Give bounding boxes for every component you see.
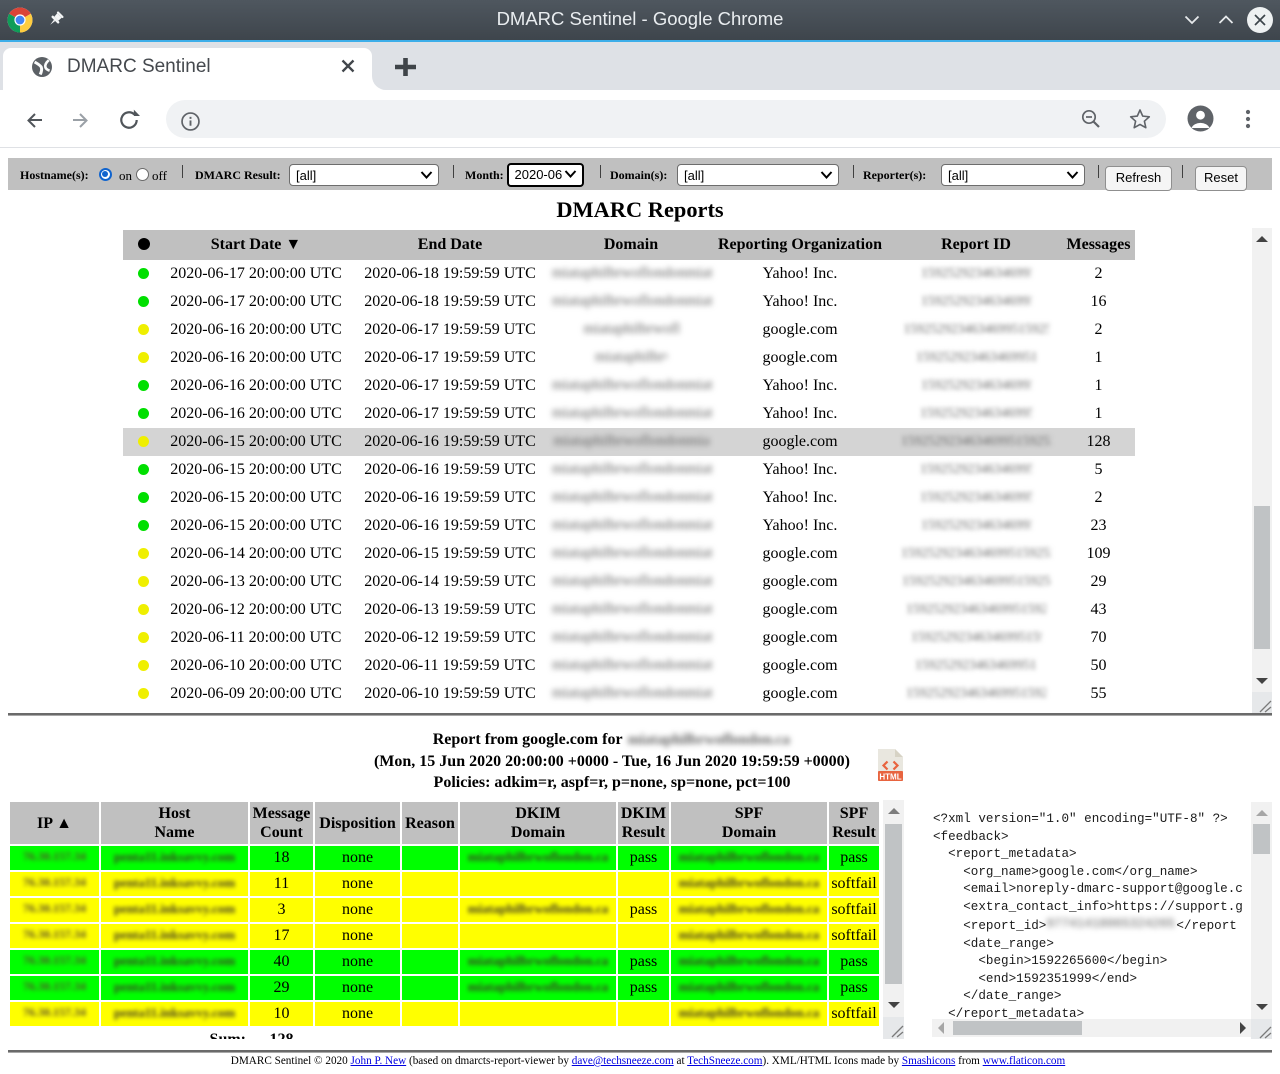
svg-text:HTML: HTML <box>879 773 901 782</box>
